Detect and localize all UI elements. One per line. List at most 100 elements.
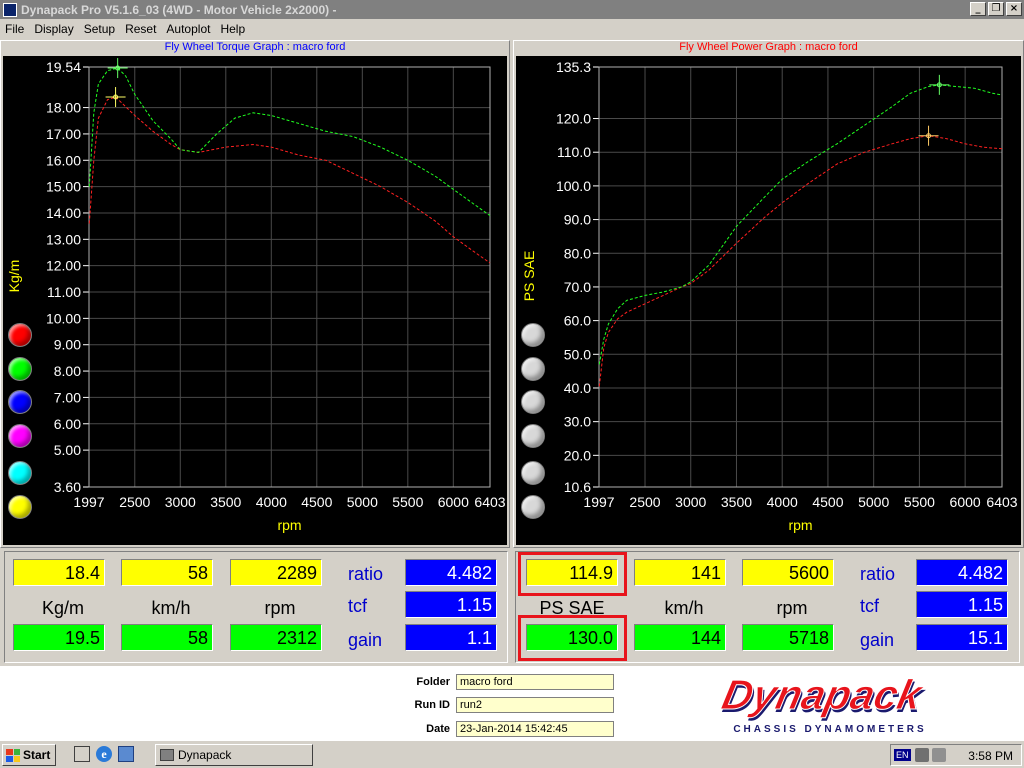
- rpm-value-run1: 2289: [230, 559, 322, 586]
- speed-value-run1: 141: [634, 559, 726, 586]
- torque-value-run1: 18.4: [13, 559, 105, 586]
- start-label: Start: [23, 748, 51, 762]
- speed-value-run2: 58: [121, 624, 213, 651]
- y-tick-label: 11.00: [47, 284, 81, 300]
- x-tick-label: 2500: [629, 494, 660, 510]
- start-button[interactable]: Start: [2, 744, 56, 766]
- run-selector-2[interactable]: [521, 357, 545, 381]
- y-tick-label: 7.00: [54, 389, 81, 405]
- run-selector-6[interactable]: [521, 495, 545, 519]
- speed-unit-label: km/h: [151, 598, 191, 618]
- y-tick-label: 10.00: [46, 310, 81, 326]
- x-axis-label: rpm: [277, 517, 301, 533]
- run-selector-4[interactable]: [521, 424, 545, 448]
- folder-label: Folder: [416, 676, 450, 688]
- torque-plot-area[interactable]: 1997 2500 3000 3500 4000 4500 5000 5500 6000 6403…: [3, 56, 507, 545]
- x-axis-label: rpm: [788, 517, 812, 533]
- menu-bar: File Display Setup Reset Autoplot Help: [0, 19, 1024, 39]
- menu-help[interactable]: Help: [220, 22, 245, 36]
- gain-label: gain: [348, 630, 383, 650]
- run-selector-1[interactable]: [521, 323, 545, 347]
- ratio-value[interactable]: 4.482: [916, 559, 1008, 586]
- run-selector-3[interactable]: [521, 390, 545, 414]
- ie-browser-icon[interactable]: e: [96, 746, 112, 762]
- show-desktop-icon[interactable]: [74, 746, 90, 762]
- run-info-area: Folder macro ford Run ID run2 Date 23-Ja…: [0, 666, 1024, 740]
- x-tick-label: 5000: [858, 494, 889, 510]
- folder-field[interactable]: macro ford: [456, 674, 614, 690]
- run-selector-red[interactable]: [8, 323, 32, 347]
- y-axis-label: Kg/m: [6, 260, 22, 293]
- language-indicator[interactable]: EN: [894, 749, 911, 761]
- power-plot-area[interactable]: 1997 2500 3000 3500 4000 4500 5000 5500 6000 6403…: [516, 56, 1021, 545]
- run-selector-5[interactable]: [521, 461, 545, 485]
- x-tick-label: 6000: [950, 494, 981, 510]
- tray-icon-2[interactable]: [931, 748, 946, 762]
- gain-value[interactable]: 1.1: [405, 624, 497, 651]
- torque-value-run2: 19.5: [13, 624, 105, 651]
- app-window: Dynapack Pro V5.1.6_03 (4WD - Motor Vehi…: [0, 0, 1024, 768]
- power-value-run2: 130.0: [526, 624, 618, 651]
- torque-graph-panel: Fly Wheel Torque Graph : macro ford 1997…: [0, 40, 510, 548]
- minimize-button[interactable]: _: [970, 2, 986, 16]
- svg-text:CHASSIS DYNAMOMETERS: CHASSIS DYNAMOMETERS: [733, 724, 926, 735]
- date-field[interactable]: 23-Jan-2014 15:42:45: [456, 721, 614, 737]
- x-tick-label: 6403: [474, 494, 505, 510]
- y-tick-label: 17.00: [46, 126, 81, 142]
- tcf-value[interactable]: 1.15: [405, 591, 497, 618]
- menu-reset[interactable]: Reset: [125, 22, 156, 36]
- outlook-express-icon[interactable]: [118, 746, 134, 762]
- rpm-value-run2: 5718: [742, 624, 834, 651]
- run-selector-magenta[interactable]: [8, 424, 32, 448]
- cursor-marker-1: [918, 125, 939, 146]
- x-tick-label: 4500: [812, 494, 843, 510]
- torque-readout-panel: 18.4 58 2289 Kg/m km/h rpm 19.5 58 2312 …: [4, 551, 508, 663]
- close-button[interactable]: ×: [1006, 2, 1022, 16]
- y-tick-label: 13.00: [46, 231, 81, 247]
- menu-file[interactable]: File: [5, 22, 24, 36]
- restore-button[interactable]: ❐: [988, 2, 1004, 16]
- taskbar-dynapack-button[interactable]: Dynapack: [155, 744, 313, 766]
- gain-value[interactable]: 15.1: [916, 624, 1008, 651]
- system-tray: EN 3:58 PM: [890, 744, 1022, 766]
- gain-label: gain: [860, 630, 895, 650]
- windows-flag-icon: [6, 748, 20, 762]
- tray-icon-1[interactable]: [914, 748, 929, 762]
- y-tick-label: 30.0: [564, 414, 591, 430]
- rpm-value-run2: 2312: [230, 624, 322, 651]
- rpm-unit-label: rpm: [264, 598, 296, 618]
- x-tick-label: 1997: [583, 494, 614, 510]
- x-tick-label: 3500: [210, 494, 241, 510]
- run-id-field[interactable]: run2: [456, 697, 614, 713]
- menu-autoplot[interactable]: Autoplot: [166, 22, 210, 36]
- logo-graphic: Dynapack Dynapack CHASSIS DYNAMOMETERS: [717, 671, 930, 735]
- ratio-value[interactable]: 4.482: [405, 559, 497, 586]
- menu-setup[interactable]: Setup: [84, 22, 115, 36]
- tcf-value[interactable]: 1.15: [916, 591, 1008, 618]
- dynapack-task-icon: [160, 749, 174, 761]
- series-line-red: [598, 135, 1003, 387]
- run-selector-cyan[interactable]: [8, 461, 32, 485]
- date-label: Date: [426, 723, 450, 735]
- run-selector-blue[interactable]: [8, 390, 32, 414]
- y-tick-label: 10.6: [564, 479, 591, 495]
- y-tick-label: 60.0: [564, 313, 591, 329]
- x-tick-label: 5000: [347, 494, 378, 510]
- x-tick-label: 6403: [986, 494, 1017, 510]
- menu-display[interactable]: Display: [34, 22, 73, 36]
- rpm-value-run1: 5600: [742, 559, 834, 586]
- power-chart: 1997 2500 3000 3500 4000 4500 5000 5500 6000 6403…: [521, 59, 1018, 533]
- x-tick-label: 5500: [392, 494, 423, 510]
- taskbar: Start e Dynapack EN 3:58 PM: [0, 740, 1024, 768]
- run-selector-green[interactable]: [8, 357, 32, 381]
- run-selector-yellow[interactable]: [8, 495, 32, 519]
- rpm-unit-label: rpm: [776, 598, 808, 618]
- clock: 3:58 PM: [968, 749, 1013, 763]
- y-tick-label: 70.0: [564, 279, 591, 295]
- y-tick-label: 6.00: [54, 416, 81, 432]
- tcf-label: tcf: [860, 596, 880, 616]
- svg-text:Dynapack: Dynapack: [718, 676, 929, 718]
- torque-chart: 1997 2500 3000 3500 4000 4500 5000 5500 6000 6403…: [6, 58, 506, 533]
- cursor-marker-2: [929, 74, 950, 95]
- speed-value-run2: 144: [634, 624, 726, 651]
